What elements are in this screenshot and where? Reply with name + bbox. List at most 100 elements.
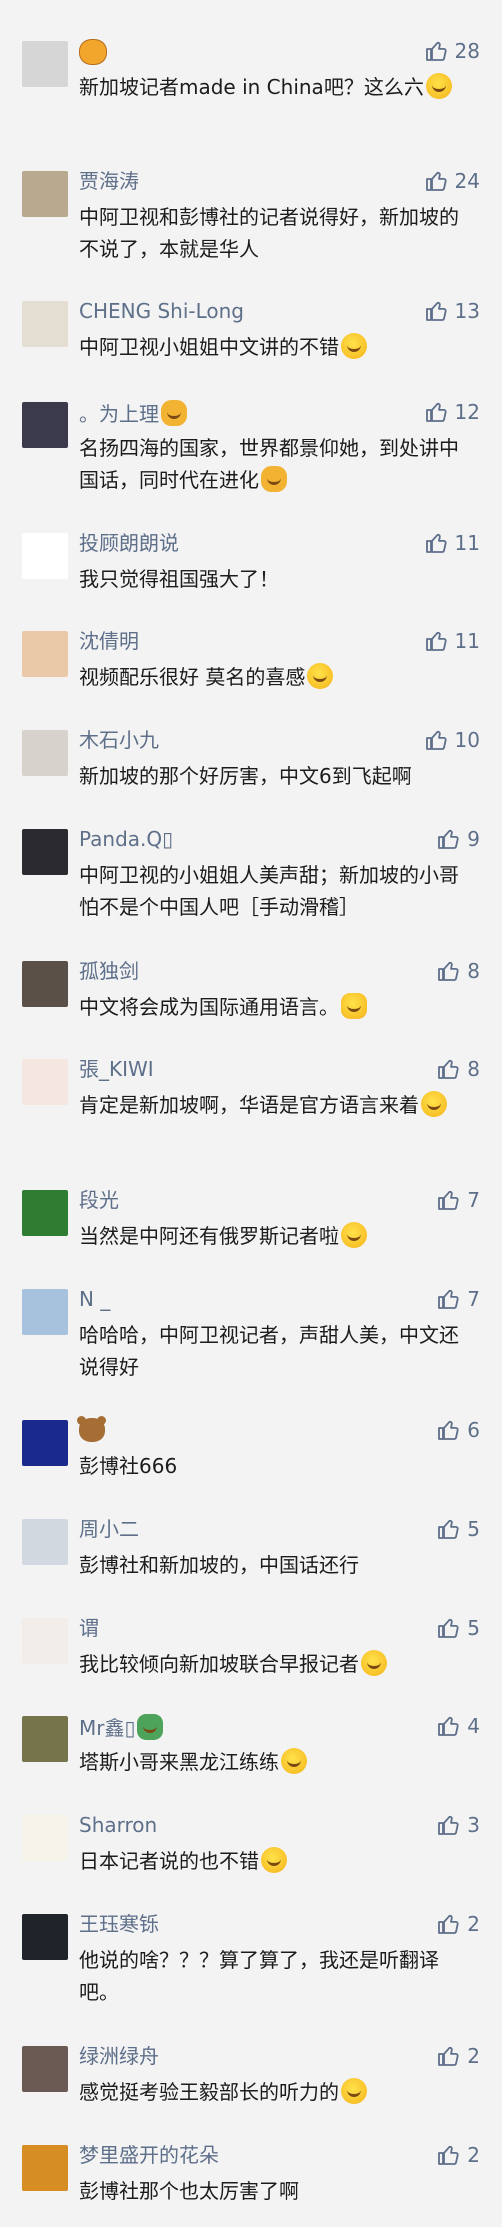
avatar[interactable] [22, 1289, 68, 1335]
avatar[interactable] [22, 730, 68, 776]
muscle-emoji-icon [261, 466, 287, 492]
commenter-name[interactable]: Panda.Q▯ [79, 827, 173, 851]
commenter-name[interactable]: 绿洲绿舟 [79, 2044, 159, 2068]
commenter-name[interactable]: 周小二 [79, 1517, 139, 1541]
thumbs-up-icon [438, 2145, 459, 2165]
avatar[interactable] [22, 2145, 68, 2191]
thumbs-up-icon [438, 1289, 459, 1309]
like-button[interactable]: 12 [425, 399, 480, 425]
like-button[interactable]: 13 [425, 298, 480, 324]
like-button[interactable]: 9 [437, 826, 480, 852]
thumbs-up-icon [438, 1618, 459, 1638]
commenter-name[interactable]: 投顾朗朗说 [79, 531, 179, 555]
avatar[interactable] [22, 301, 68, 347]
comment-text: 我比较倾向新加坡联合早报记者 [79, 1648, 464, 1680]
like-button[interactable]: 8 [437, 1056, 480, 1082]
commenter-name[interactable] [79, 39, 107, 66]
commenter-name[interactable]: 段光 [79, 1188, 119, 1212]
like-count: 9 [467, 827, 480, 851]
commenter-name[interactable]: 梦里盛开的花朵 [79, 2143, 219, 2167]
like-button[interactable]: 7 [437, 1187, 480, 1213]
avatar[interactable] [22, 171, 68, 217]
commenter-name[interactable]: 孤独剑 [79, 959, 139, 983]
commenter-name[interactable]: CHENG Shi-Long [79, 299, 244, 323]
comment-text: 中阿卫视小姐姐中文讲的不错 [79, 331, 464, 363]
like-count: 12 [454, 400, 480, 424]
like-button[interactable]: 6 [437, 1417, 480, 1443]
thinking-emoji-icon [281, 1748, 307, 1774]
like-button[interactable]: 2 [437, 1911, 480, 1937]
commenter-name[interactable]: Sharron [79, 1813, 157, 1837]
like-button[interactable]: 4 [437, 1713, 480, 1739]
comment-text: 视频配乐很好 莫名的喜感 [79, 661, 464, 693]
avatar[interactable] [22, 1190, 68, 1236]
like-count: 8 [467, 1057, 480, 1081]
comment-text: 日本记者说的也不错 [79, 1845, 464, 1877]
comment-text: 当然是中阿还有俄罗斯记者啦 [79, 1220, 464, 1252]
like-count: 28 [454, 39, 480, 63]
like-count: 24 [454, 169, 480, 193]
commenter-name[interactable] [77, 1416, 105, 1443]
commenter-name[interactable]: 王珏寒铄 [79, 1912, 159, 1936]
comment-text: 塔斯小哥来黑龙江练练 [79, 1746, 464, 1778]
thumbs-up-icon [438, 1519, 459, 1539]
comment-text: 中阿卫视的小姐姐人美声甜；新加坡的小哥怕不是个中国人吧［手动滑稽］ [79, 863, 459, 919]
like-button[interactable]: 28 [425, 38, 480, 64]
comment-text: 彭博社和新加坡的，中国话还行 [79, 1553, 359, 1577]
avatar[interactable] [22, 41, 68, 87]
comment-text: 彭博社666 [79, 1454, 178, 1478]
commenter-name[interactable]: 沈倩明 [79, 629, 139, 653]
avatar[interactable] [22, 533, 68, 579]
avatar[interactable] [22, 1618, 68, 1664]
like-button[interactable]: 11 [425, 628, 480, 654]
thumbs-up-icon [438, 829, 459, 849]
commenter-name[interactable]: 贾海涛 [79, 169, 139, 193]
like-count: 2 [467, 2044, 480, 2068]
avatar[interactable] [22, 1914, 68, 1960]
like-count: 5 [467, 1517, 480, 1541]
comment-text: 新加坡的那个好厉害，中文6到飞起啊 [79, 764, 412, 788]
like-button[interactable]: 7 [437, 1286, 480, 1312]
like-button[interactable]: 8 [437, 958, 480, 984]
avatar[interactable] [22, 1716, 68, 1762]
like-button[interactable]: 10 [425, 727, 480, 753]
commenter-name[interactable]: 木石小九 [79, 728, 159, 752]
thumbs-up-icon [425, 533, 447, 553]
avatar[interactable] [22, 1519, 68, 1565]
commenter-name[interactable]: 谓 [79, 1616, 99, 1640]
like-button[interactable]: 5 [437, 1615, 480, 1641]
commenter-name[interactable]: N _ [79, 1287, 110, 1311]
thumbs-up-icon [438, 2046, 459, 2066]
avatar[interactable] [22, 2046, 68, 2092]
avatar[interactable] [22, 961, 68, 1007]
thumbs-up-icon [425, 41, 447, 61]
comment-text: 彭博社那个也太厉害了啊 [79, 2179, 299, 2203]
like-button[interactable]: 5 [437, 1516, 480, 1542]
like-button[interactable]: 11 [425, 530, 480, 556]
comment-text: 肯定是新加坡啊，华语是官方语言来着 [79, 1089, 464, 1121]
avatar[interactable] [22, 1815, 68, 1861]
avatar[interactable] [22, 1420, 68, 1466]
commenter-name[interactable]: 張_KIWI [79, 1057, 154, 1081]
like-count: 13 [454, 299, 480, 323]
like-count: 10 [454, 728, 480, 752]
muscle-emoji-icon [161, 400, 187, 426]
avatar[interactable] [22, 829, 68, 875]
thumbs-up-icon [438, 961, 459, 981]
avatar[interactable] [22, 631, 68, 677]
like-button[interactable]: 2 [437, 2142, 480, 2168]
bear-icon [77, 1416, 105, 1442]
like-count: 3 [467, 1813, 480, 1837]
avatar[interactable] [22, 402, 68, 448]
like-count: 6 [467, 1418, 480, 1442]
dragon-icon [137, 1714, 164, 1740]
like-count: 2 [467, 1912, 480, 1936]
like-button[interactable]: 2 [437, 2043, 480, 2069]
laughing-emoji-icon [341, 2078, 367, 2104]
commenter-name[interactable]: Mr鑫▯ [79, 1714, 164, 1740]
commenter-name[interactable]: 。为上理 [79, 400, 187, 426]
like-button[interactable]: 24 [425, 168, 480, 194]
like-count: 11 [454, 629, 480, 653]
avatar[interactable] [22, 1059, 68, 1105]
like-button[interactable]: 3 [437, 1812, 480, 1838]
